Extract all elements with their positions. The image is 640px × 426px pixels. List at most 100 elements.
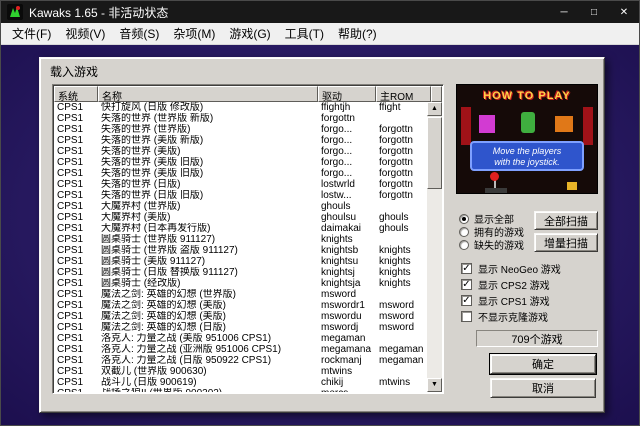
table-cell: CPS1 bbox=[54, 146, 98, 157]
checkbox-option[interactable]: ✓显示 CPS2 游戏 bbox=[461, 276, 561, 292]
close-button[interactable]: ✕ bbox=[609, 1, 639, 23]
table-row[interactable]: CPS1圆桌骑士 (世界版 911127)knights bbox=[54, 234, 427, 245]
table-row[interactable]: CPS1失落的世界 (美版)forgo...forgottn bbox=[54, 146, 427, 157]
table-cell: 魔法之剑: 英雄的幻想 (世界版) bbox=[98, 289, 318, 300]
table-row[interactable]: CPS1双截儿 (世界版 900630)mtwins bbox=[54, 366, 427, 377]
preview-caption-line1: Move the players bbox=[472, 146, 582, 157]
preview-sprite bbox=[567, 182, 577, 190]
list-header: 系统名称驱动主ROM bbox=[54, 86, 442, 102]
menu-item[interactable]: 音频(S) bbox=[112, 23, 166, 44]
table-cell: 大魔界村 (世界版) bbox=[98, 201, 318, 212]
table-cell: CPS1 bbox=[54, 267, 98, 278]
table-row[interactable]: CPS1失落的世界 (日版)lostwrldforgottn bbox=[54, 179, 427, 190]
table-cell: 双截儿 (世界版 900630) bbox=[98, 366, 318, 377]
table-row[interactable]: CPS1圆桌骑士 (日版 替换版 911127)knightsjknights bbox=[54, 267, 427, 278]
checkbox-option[interactable]: 不显示克隆游戏 bbox=[461, 308, 561, 324]
table-cell: lostw... bbox=[318, 190, 376, 201]
menu-item[interactable]: 工具(T) bbox=[278, 23, 331, 44]
table-cell: forgo... bbox=[318, 157, 376, 168]
column-header[interactable]: 主ROM bbox=[376, 86, 431, 102]
table-cell: CPS1 bbox=[54, 135, 98, 146]
table-row[interactable]: CPS1战场之狼II (世界版 900302)mercs bbox=[54, 388, 427, 392]
table-row[interactable]: CPS1圆桌骑士 (美版 911127)knightsuknights bbox=[54, 256, 427, 267]
table-row[interactable]: CPS1失落的世界 (美版 旧版)forgo...forgottn bbox=[54, 168, 427, 179]
table-cell: 圆桌骑士 (经改版) bbox=[98, 278, 318, 289]
checkbox-option[interactable]: ✓显示 CPS1 游戏 bbox=[461, 292, 561, 308]
table-row[interactable]: CPS1洛克人: 力量之战 (亚洲版 951006 CPS1)megamanam… bbox=[54, 344, 427, 355]
list-scrollbar[interactable]: ▲ ▼ bbox=[427, 102, 442, 392]
ok-button[interactable]: 确定 bbox=[490, 354, 596, 374]
table-cell: CPS1 bbox=[54, 366, 98, 377]
table-cell: 圆桌骑士 (世界版 盗版 911127) bbox=[98, 245, 318, 256]
table-cell: 圆桌骑士 (世界版 911127) bbox=[98, 234, 318, 245]
column-header[interactable]: 名称 bbox=[98, 86, 318, 102]
table-cell: 失落的世界 (世界版 新版) bbox=[98, 113, 318, 124]
menu-item[interactable]: 杂项(M) bbox=[166, 23, 222, 44]
scan-all-button[interactable]: 全部扫描 bbox=[534, 211, 598, 230]
table-row[interactable]: CPS1失落的世界 (美版 新版)forgo...forgottn bbox=[54, 135, 427, 146]
table-row[interactable]: CPS1魔法之剑: 英雄的幻想 (美版)mswordr1msword bbox=[54, 300, 427, 311]
preview-pillar-left bbox=[461, 107, 471, 145]
table-cell: 洛克人: 力量之战 (日版 950922 CPS1) bbox=[98, 355, 318, 366]
table-cell: ghouls bbox=[376, 212, 427, 223]
table-cell: CPS1 bbox=[54, 223, 98, 234]
table-row[interactable]: CPS1失落的世界 (美版 旧版)forgo...forgottn bbox=[54, 157, 427, 168]
table-row[interactable]: CPS1洛克人: 力量之战 (日版 950922 CPS1)rockmanjme… bbox=[54, 355, 427, 366]
title-bar[interactable]: Kawaks 1.65 - 非活动状态 ─ □ ✕ bbox=[1, 1, 639, 23]
checkbox-option[interactable]: ✓显示 NeoGeo 游戏 bbox=[461, 260, 561, 276]
table-cell: megamana bbox=[318, 344, 376, 355]
table-cell: mswordj bbox=[318, 322, 376, 333]
scroll-down-icon[interactable]: ▼ bbox=[427, 378, 442, 392]
table-cell: chikij bbox=[318, 377, 376, 388]
table-row[interactable]: CPS1快打旋风 (日版 修改版)ffightjhffight bbox=[54, 102, 427, 113]
table-cell: msword bbox=[376, 322, 427, 333]
table-row[interactable]: CPS1魔法之剑: 英雄的幻想 (美版)mswordumsword bbox=[54, 311, 427, 322]
table-cell: 大魔界村 (美版) bbox=[98, 212, 318, 223]
table-row[interactable]: CPS1魔法之剑: 英雄的幻想 (世界版)msword bbox=[54, 289, 427, 300]
app-window: Kawaks 1.65 - 非活动状态 ─ □ ✕ 文件(F)视频(V)音频(S… bbox=[0, 0, 640, 426]
incremental-scan-button[interactable]: 增量扫描 bbox=[534, 233, 598, 252]
maximize-button[interactable]: □ bbox=[579, 1, 609, 23]
menu-item[interactable]: 视频(V) bbox=[58, 23, 112, 44]
table-cell: msword bbox=[318, 289, 376, 300]
table-cell: knightsja bbox=[318, 278, 376, 289]
scroll-up-icon[interactable]: ▲ bbox=[427, 102, 442, 116]
table-cell: lostwrld bbox=[318, 179, 376, 190]
menu-item[interactable]: 游戏(G) bbox=[222, 23, 277, 44]
menu-item[interactable]: 文件(F) bbox=[5, 23, 58, 44]
table-cell: CPS1 bbox=[54, 190, 98, 201]
column-header[interactable]: 驱动 bbox=[318, 86, 376, 102]
table-row[interactable]: CPS1大魔界村 (美版)ghoulsughouls bbox=[54, 212, 427, 223]
radio-icon bbox=[459, 214, 469, 224]
menu-item[interactable]: 帮助(?) bbox=[331, 23, 384, 44]
checkbox-icon: ✓ bbox=[461, 263, 472, 274]
table-row[interactable]: CPS1圆桌骑士 (世界版 盗版 911127)knightsbknights bbox=[54, 245, 427, 256]
table-cell bbox=[376, 289, 427, 300]
table-cell: 圆桌骑士 (美版 911127) bbox=[98, 256, 318, 267]
minimize-button[interactable]: ─ bbox=[549, 1, 579, 23]
cancel-button[interactable]: 取消 bbox=[490, 378, 596, 398]
table-cell: knights bbox=[376, 256, 427, 267]
table-row[interactable]: CPS1失落的世界 (日版 旧版)lostw...forgottn bbox=[54, 190, 427, 201]
window-controls: ─ □ ✕ bbox=[549, 1, 639, 23]
table-cell: CPS1 bbox=[54, 300, 98, 311]
table-row[interactable]: CPS1战斗儿 (日版 900619)chikijmtwins bbox=[54, 377, 427, 388]
table-row[interactable]: CPS1洛克人: 力量之战 (美版 951006 CPS1)megaman bbox=[54, 333, 427, 344]
table-row[interactable]: CPS1失落的世界 (世界版)forgo...forgottn bbox=[54, 124, 427, 135]
table-cell: CPS1 bbox=[54, 157, 98, 168]
table-cell: forgottn bbox=[376, 168, 427, 179]
table-cell: megaman bbox=[376, 355, 427, 366]
table-row[interactable]: CPS1魔法之剑: 英雄的幻想 (日版)mswordjmsword bbox=[54, 322, 427, 333]
table-cell: 魔法之剑: 英雄的幻想 (日版) bbox=[98, 322, 318, 333]
table-row[interactable]: CPS1大魔界村 (日本再发行版)daimakaighouls bbox=[54, 223, 427, 234]
table-cell: CPS1 bbox=[54, 102, 98, 113]
table-row[interactable]: CPS1圆桌骑士 (经改版)knightsjaknights bbox=[54, 278, 427, 289]
scrollbar-thumb[interactable] bbox=[427, 117, 442, 189]
column-header[interactable]: 系统 bbox=[54, 86, 98, 102]
table-cell: CPS1 bbox=[54, 124, 98, 135]
table-row[interactable]: CPS1失落的世界 (世界版 新版)forgottn bbox=[54, 113, 427, 124]
radio-option[interactable]: 缺失的游戏 bbox=[459, 238, 524, 251]
table-cell: CPS1 bbox=[54, 256, 98, 267]
table-cell: knights bbox=[376, 245, 427, 256]
table-row[interactable]: CPS1大魔界村 (世界版)ghouls bbox=[54, 201, 427, 212]
